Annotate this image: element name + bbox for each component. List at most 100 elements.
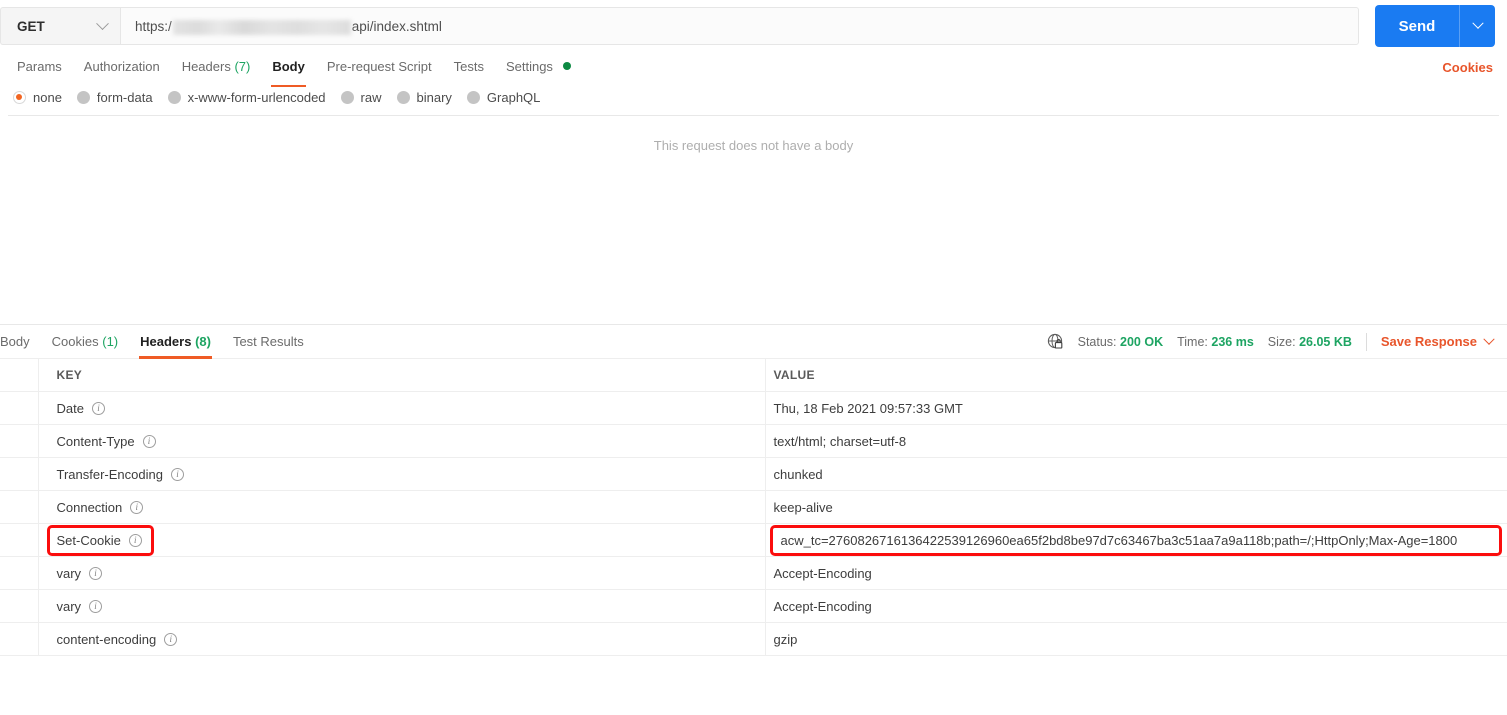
- body-type-form-data[interactable]: form-data: [74, 90, 162, 105]
- header-value-cell: acw_tc=2760826716136422539126960ea65f2bd…: [765, 523, 1507, 557]
- tab-label: Test Results: [232, 333, 304, 349]
- header-key-cell: vary i: [38, 556, 766, 590]
- time-value: 236 ms: [1211, 334, 1254, 349]
- response-tab-headers[interactable]: Headers (8): [129, 325, 222, 359]
- tab-label: Headers: [140, 333, 192, 349]
- body-type-graphql[interactable]: GraphQL: [464, 90, 549, 105]
- table-row: Transfer-Encoding i chunked: [0, 457, 1507, 491]
- header-key-cell: Set-Cookie i: [38, 523, 766, 557]
- http-method-select[interactable]: GET: [0, 7, 120, 45]
- url-prefix: https:/: [135, 18, 172, 34]
- tab-label: Body: [0, 333, 30, 349]
- tab-label: Headers: [181, 59, 231, 74]
- gutter-cell: [0, 556, 39, 590]
- globe-lock-icon[interactable]: [1047, 333, 1064, 350]
- radio-icon: [76, 90, 90, 104]
- divider: [1365, 332, 1367, 351]
- response-size: Size: 26.05 KB: [1268, 335, 1352, 349]
- header-value-cell: Thu, 18 Feb 2021 09:57:33 GMT: [765, 391, 1507, 425]
- tab-body[interactable]: Body: [261, 52, 316, 87]
- radio-label: none: [33, 89, 62, 105]
- header-value-cell: Accept-Encoding: [765, 589, 1507, 623]
- radio-icon: [396, 90, 410, 104]
- header-key-label: Connection: [56, 499, 123, 515]
- url-redacted-region: [172, 19, 351, 35]
- info-icon[interactable]: i: [91, 401, 105, 415]
- radio-icon: [167, 90, 181, 104]
- column-header-key: KEY: [38, 358, 766, 392]
- tab-label: Cookies: [51, 333, 99, 349]
- info-icon[interactable]: i: [89, 599, 103, 613]
- gutter-cell: [0, 589, 39, 623]
- response-time: Time: 236 ms: [1177, 335, 1254, 349]
- tab-tests[interactable]: Tests: [443, 52, 495, 82]
- request-body-pane: This request does not have a body: [0, 116, 1507, 324]
- gutter-cell: [0, 622, 39, 656]
- annotation-box-set-cookie-value: acw_tc=2760826716136422539126960ea65f2bd…: [769, 524, 1502, 556]
- info-icon[interactable]: i: [142, 434, 156, 448]
- info-icon[interactable]: i: [89, 566, 103, 580]
- gutter-cell: [0, 424, 39, 458]
- table-row: Connection i keep-alive: [0, 490, 1507, 524]
- response-tab-test-results[interactable]: Test Results: [222, 325, 315, 359]
- tab-pre-request-script[interactable]: Pre-request Script: [316, 52, 443, 82]
- column-header-value: VALUE: [765, 358, 1507, 392]
- radio-label: GraphQL: [486, 89, 541, 105]
- size-label: Size:: [1267, 334, 1296, 349]
- send-button[interactable]: Send: [1375, 5, 1459, 47]
- body-type-x-www-form-urlencoded[interactable]: x-www-form-urlencoded: [165, 90, 335, 105]
- radio-icon: [340, 90, 354, 104]
- info-icon[interactable]: i: [128, 533, 142, 547]
- status-code: Status: 200 OK: [1078, 335, 1164, 349]
- body-type-raw[interactable]: raw: [338, 90, 391, 105]
- save-response-label: Save Response: [1380, 334, 1477, 349]
- gutter-cell: [0, 391, 39, 425]
- url-input[interactable]: https:/ api/index.shtml: [120, 7, 1359, 45]
- cookies-link[interactable]: Cookies: [1442, 60, 1493, 75]
- url-suffix: api/index.shtml: [351, 18, 442, 34]
- tab-label: Tests: [453, 59, 484, 74]
- info-icon[interactable]: i: [164, 632, 178, 646]
- send-options-button[interactable]: [1459, 5, 1495, 47]
- response-tab-body[interactable]: Body: [0, 325, 41, 359]
- radio-icon: [466, 90, 480, 104]
- gutter-cell: [0, 523, 39, 557]
- table-header-row: KEY VALUE: [0, 358, 1507, 392]
- save-response-button[interactable]: Save Response: [1380, 333, 1495, 349]
- size-value: 26.05 KB: [1299, 334, 1352, 349]
- radio-icon: [13, 90, 26, 104]
- info-icon[interactable]: i: [170, 467, 184, 481]
- body-type-none[interactable]: none: [10, 90, 71, 105]
- table-row: vary i Accept-Encoding: [0, 589, 1507, 623]
- tab-label: Body: [272, 59, 305, 74]
- table-row: Date i Thu, 18 Feb 2021 09:57:33 GMT: [0, 391, 1507, 425]
- header-key-cell: vary i: [38, 589, 766, 623]
- tab-headers[interactable]: Headers (7): [171, 52, 262, 82]
- header-key-label: vary: [56, 565, 82, 581]
- radio-label: raw: [360, 89, 382, 105]
- tab-authorization[interactable]: Authorization: [73, 52, 171, 82]
- tab-label: Authorization: [83, 59, 160, 74]
- tab-params[interactable]: Params: [6, 52, 73, 82]
- header-value-cell: text/html; charset=utf-8: [765, 424, 1507, 458]
- header-key-cell: Transfer-Encoding i: [38, 457, 766, 491]
- radio-label: form-data: [96, 89, 153, 105]
- chevron-down-icon: [1483, 333, 1495, 345]
- table-row: Content-Type i text/html; charset=utf-8: [0, 424, 1507, 458]
- request-tabs: Params Authorization Headers (7) Body Pr…: [0, 52, 1507, 87]
- gutter-cell: [0, 358, 39, 392]
- header-key-cell: Date i: [38, 391, 766, 425]
- radio-label: x-www-form-urlencoded: [187, 89, 326, 105]
- response-tab-cookies[interactable]: Cookies (1): [41, 325, 129, 359]
- info-icon[interactable]: i: [130, 500, 144, 514]
- header-value-cell: gzip: [765, 622, 1507, 656]
- header-value-cell: keep-alive: [765, 490, 1507, 524]
- header-key-label: vary: [56, 598, 82, 614]
- body-type-radio-group: none form-data x-www-form-urlencoded raw…: [0, 82, 1507, 112]
- table-row: content-encoding i gzip: [0, 622, 1507, 656]
- table-row: vary i Accept-Encoding: [0, 556, 1507, 590]
- header-key-label: Transfer-Encoding: [56, 466, 163, 482]
- response-status-group: Status: 200 OK Time: 236 ms Size: 26.05 …: [1047, 332, 1495, 351]
- tab-settings[interactable]: Settings: [495, 52, 582, 82]
- body-type-binary[interactable]: binary: [394, 90, 461, 105]
